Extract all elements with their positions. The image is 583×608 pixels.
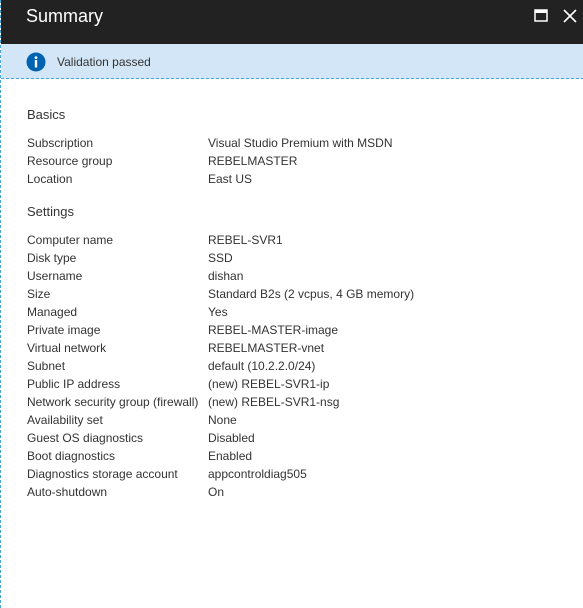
close-button[interactable] <box>560 6 580 26</box>
row-label: Network security group (firewall) <box>27 395 199 409</box>
summary-row: Subnet default (10.2.2.0/24) <box>27 357 567 375</box>
summary-row: Username dishan <box>27 267 567 285</box>
row-label: Managed <box>27 305 78 319</box>
summary-row: Availability set None <box>27 411 567 429</box>
summary-row: Disk type SSD <box>27 249 567 267</box>
row-value: East US <box>208 172 253 186</box>
row-label: Availability set <box>27 413 103 427</box>
row-value: (new) REBEL-SVR1-ip <box>208 377 330 391</box>
row-label: Diagnostics storage account <box>27 467 178 481</box>
row-label: Public IP address <box>27 377 121 391</box>
summary-row: Private image REBEL-MASTER-image <box>27 321 567 339</box>
row-value: Yes <box>208 305 228 319</box>
row-value: default (10.2.2.0/24) <box>208 359 316 373</box>
row-label: Subscription <box>27 136 94 150</box>
summary-row: Auto-shutdown On <box>27 483 567 501</box>
basics-list: Subscription Visual Studio Premium with … <box>27 134 567 188</box>
row-value: REBEL-SVR1 <box>208 233 283 247</box>
row-label: Size <box>27 287 51 301</box>
row-value: (new) REBEL-SVR1-nsg <box>208 395 340 409</box>
close-icon <box>563 9 577 23</box>
summary-row: Diagnostics storage account appcontroldi… <box>27 465 567 483</box>
summary-row: Managed Yes <box>27 303 567 321</box>
summary-row: Boot diagnostics Enabled <box>27 447 567 465</box>
row-label: Subnet <box>27 359 66 373</box>
row-label: Location <box>27 172 73 186</box>
maximize-icon <box>534 9 548 22</box>
info-icon <box>26 52 46 72</box>
row-label: Private image <box>27 323 101 337</box>
row-value: On <box>208 485 225 499</box>
row-label: Disk type <box>27 251 77 265</box>
summary-row: Virtual network REBELMASTER-vnet <box>27 339 567 357</box>
row-value: Disabled <box>208 431 255 445</box>
row-value: REBEL-MASTER-image <box>208 323 339 337</box>
settings-list: Computer name REBEL-SVR1 Disk type SSD U… <box>27 231 567 501</box>
row-value: dishan <box>208 269 244 283</box>
row-value: appcontroldiag505 <box>208 467 307 481</box>
summary-row: Public IP address (new) REBEL-SVR1-ip <box>27 375 567 393</box>
row-value: None <box>208 413 237 427</box>
row-label: Auto-shutdown <box>27 485 108 499</box>
summary-row: Guest OS diagnostics Disabled <box>27 429 567 447</box>
row-label: Virtual network <box>27 341 107 355</box>
settings-heading: Settings <box>27 204 74 219</box>
row-label: Boot diagnostics <box>27 449 116 463</box>
maximize-button[interactable] <box>531 6 551 26</box>
summary-row: Computer name REBEL-SVR1 <box>27 231 567 249</box>
validation-status: Validation passed <box>57 55 151 69</box>
row-label: Username <box>27 269 83 283</box>
summary-blade: Summary Validation passed Basics Subscri… <box>0 0 583 608</box>
row-value: REBELMASTER <box>208 154 298 168</box>
summary-row: Size Standard B2s (2 vcpus, 4 GB memory) <box>27 285 567 303</box>
basics-heading: Basics <box>27 107 66 122</box>
row-value: Standard B2s (2 vcpus, 4 GB memory) <box>208 287 415 301</box>
row-label: Computer name <box>27 233 114 247</box>
row-label: Resource group <box>27 154 113 168</box>
row-value: Enabled <box>208 449 253 463</box>
summary-row: Network security group (firewall) (new) … <box>27 393 567 411</box>
summary-row: Resource group REBELMASTER <box>27 152 567 170</box>
summary-row: Subscription Visual Studio Premium with … <box>27 134 567 152</box>
row-label: Guest OS diagnostics <box>27 431 144 445</box>
row-value: Visual Studio Premium with MSDN <box>208 136 393 150</box>
row-value: SSD <box>208 251 233 265</box>
title-bar: Summary <box>1 0 583 44</box>
validation-banner: Validation passed <box>1 44 583 79</box>
row-value: REBELMASTER-vnet <box>208 341 325 355</box>
page-title: Summary <box>26 6 104 26</box>
summary-row: Location East US <box>27 170 567 188</box>
